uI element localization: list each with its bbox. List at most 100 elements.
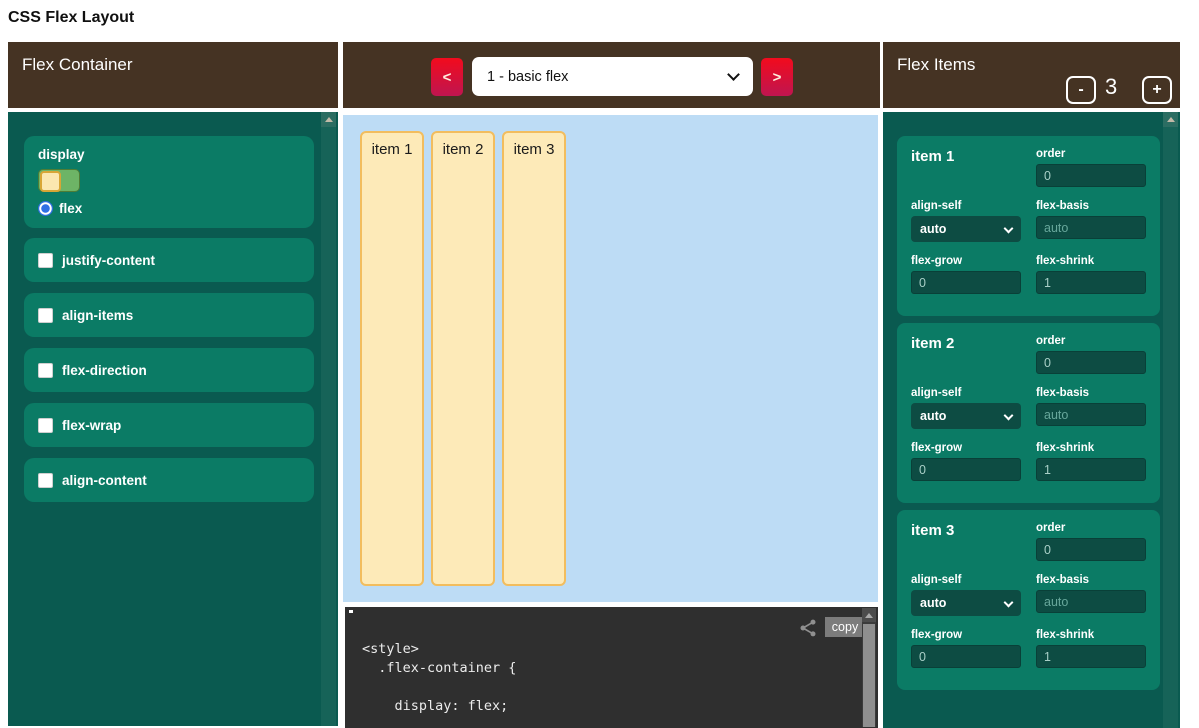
scroll-up-icon bbox=[865, 613, 873, 618]
flex-preview-canvas: item 1 item 2 item 3 bbox=[343, 115, 878, 602]
property-label: align-items bbox=[62, 308, 133, 323]
scroll-up-button[interactable] bbox=[862, 608, 876, 622]
next-preset-button[interactable]: > bbox=[761, 58, 793, 96]
code-line: <style> bbox=[362, 640, 516, 659]
scroll-up-icon bbox=[325, 117, 333, 122]
code-line bbox=[362, 678, 516, 697]
flex-basis-input[interactable] bbox=[1036, 403, 1146, 426]
preset-select-value: 1 - basic flex bbox=[487, 69, 568, 85]
flex-container-panel-header: Flex Container bbox=[8, 42, 338, 108]
preset-bar: < 1 - basic flex > bbox=[343, 42, 880, 108]
order-field: order bbox=[1036, 522, 1146, 561]
property-toggle-align-items[interactable]: align-items bbox=[24, 293, 314, 337]
property-label: justify-content bbox=[62, 253, 155, 268]
flex-basis-field: flex-basis bbox=[1036, 200, 1146, 242]
share-icon bbox=[798, 618, 818, 638]
flex-grow-input[interactable] bbox=[911, 271, 1021, 294]
property-toggle-justify-content[interactable]: justify-content bbox=[24, 238, 314, 282]
flex-basis-input[interactable] bbox=[1036, 590, 1146, 613]
code-scrollbar[interactable] bbox=[862, 608, 876, 727]
align-self-select[interactable]: auto bbox=[911, 216, 1021, 242]
property-toggle-align-content[interactable]: align-content bbox=[24, 458, 314, 502]
flex-shrink-input[interactable] bbox=[1036, 645, 1146, 668]
flex-shrink-input[interactable] bbox=[1036, 458, 1146, 481]
item-name: item 3 bbox=[911, 522, 1021, 561]
flex-grow-field: flex-grow bbox=[911, 255, 1021, 294]
flex-basis-label: flex-basis bbox=[1036, 200, 1146, 212]
align-self-value: auto bbox=[920, 222, 946, 236]
align-self-label: align-self bbox=[911, 574, 1021, 586]
checkbox-unchecked-icon[interactable] bbox=[38, 418, 53, 433]
property-label: flex-wrap bbox=[62, 418, 121, 433]
flex-shrink-label: flex-shrink bbox=[1036, 629, 1146, 641]
order-label: order bbox=[1036, 148, 1146, 160]
share-button[interactable] bbox=[798, 618, 818, 638]
item-name: item 2 bbox=[911, 335, 1021, 374]
checkbox-unchecked-icon[interactable] bbox=[38, 253, 53, 268]
flex-basis-field: flex-basis bbox=[1036, 574, 1146, 616]
flex-shrink-label: flex-shrink bbox=[1036, 255, 1146, 267]
code-line: .flex-container { bbox=[362, 659, 516, 678]
display-toggle[interactable] bbox=[38, 169, 80, 192]
align-self-value: auto bbox=[920, 596, 946, 610]
flex-items-panel-header: Flex Items - 3 + bbox=[883, 42, 1180, 108]
property-label: align-content bbox=[62, 473, 147, 488]
scroll-up-button[interactable] bbox=[321, 112, 336, 127]
flex-grow-input[interactable] bbox=[911, 645, 1021, 668]
preset-select[interactable]: 1 - basic flex bbox=[472, 57, 753, 96]
right-panel-scrollbar[interactable] bbox=[1163, 112, 1178, 728]
flex-item-preview: item 3 bbox=[502, 131, 566, 586]
checkbox-unchecked-icon[interactable] bbox=[38, 308, 53, 323]
flex-shrink-field: flex-shrink bbox=[1036, 442, 1146, 481]
flex-item-card: item 3 order align-self auto flex-basis … bbox=[897, 510, 1160, 690]
align-self-select[interactable]: auto bbox=[911, 403, 1021, 429]
flex-grow-label: flex-grow bbox=[911, 255, 1021, 267]
order-label: order bbox=[1036, 522, 1146, 534]
display-label: display bbox=[38, 147, 300, 162]
previous-preset-button[interactable]: < bbox=[431, 58, 463, 96]
flex-grow-label: flex-grow bbox=[911, 442, 1021, 454]
flex-basis-label: flex-basis bbox=[1036, 574, 1146, 586]
remove-item-button[interactable]: - bbox=[1066, 76, 1096, 104]
scroll-up-icon bbox=[1167, 117, 1175, 122]
radio-checked-icon[interactable] bbox=[38, 201, 53, 216]
page-title: CSS Flex Layout bbox=[8, 9, 134, 27]
code-panel: copy <style> .flex-container { display: … bbox=[345, 607, 878, 728]
flex-basis-label: flex-basis bbox=[1036, 387, 1146, 399]
order-field: order bbox=[1036, 335, 1146, 374]
left-panel-scrollbar[interactable] bbox=[321, 112, 336, 726]
chevron-down-icon bbox=[1004, 223, 1014, 233]
order-input[interactable] bbox=[1036, 538, 1146, 561]
code-panel-dot bbox=[349, 610, 353, 613]
display-flex-radio-row[interactable]: flex bbox=[38, 201, 300, 216]
copy-button[interactable]: copy bbox=[825, 617, 865, 637]
chevron-down-icon bbox=[727, 68, 740, 81]
order-input[interactable] bbox=[1036, 351, 1146, 374]
item-name: item 1 bbox=[911, 148, 1021, 187]
align-self-select[interactable]: auto bbox=[911, 590, 1021, 616]
item-count: 3 bbox=[1105, 74, 1117, 100]
flex-shrink-field: flex-shrink bbox=[1036, 629, 1146, 668]
chevron-down-icon bbox=[1004, 597, 1014, 607]
order-input[interactable] bbox=[1036, 164, 1146, 187]
align-self-label: align-self bbox=[911, 387, 1021, 399]
property-toggle-flex-wrap[interactable]: flex-wrap bbox=[24, 403, 314, 447]
add-item-button[interactable]: + bbox=[1142, 76, 1172, 104]
flex-shrink-field: flex-shrink bbox=[1036, 255, 1146, 294]
flex-basis-field: flex-basis bbox=[1036, 387, 1146, 429]
scroll-up-button[interactable] bbox=[1163, 112, 1178, 127]
flex-shrink-input[interactable] bbox=[1036, 271, 1146, 294]
code-content: <style> .flex-container { display: flex; bbox=[362, 640, 516, 716]
scrollbar-thumb[interactable] bbox=[863, 624, 875, 727]
flex-basis-input[interactable] bbox=[1036, 216, 1146, 239]
order-label: order bbox=[1036, 335, 1146, 347]
flex-container-panel-title: Flex Container bbox=[22, 55, 133, 75]
checkbox-unchecked-icon[interactable] bbox=[38, 473, 53, 488]
flex-shrink-label: flex-shrink bbox=[1036, 442, 1146, 454]
chevron-down-icon bbox=[1004, 410, 1014, 420]
align-self-value: auto bbox=[920, 409, 946, 423]
flex-grow-input[interactable] bbox=[911, 458, 1021, 481]
checkbox-unchecked-icon[interactable] bbox=[38, 363, 53, 378]
align-self-field: align-self auto bbox=[911, 200, 1021, 242]
property-toggle-flex-direction[interactable]: flex-direction bbox=[24, 348, 314, 392]
